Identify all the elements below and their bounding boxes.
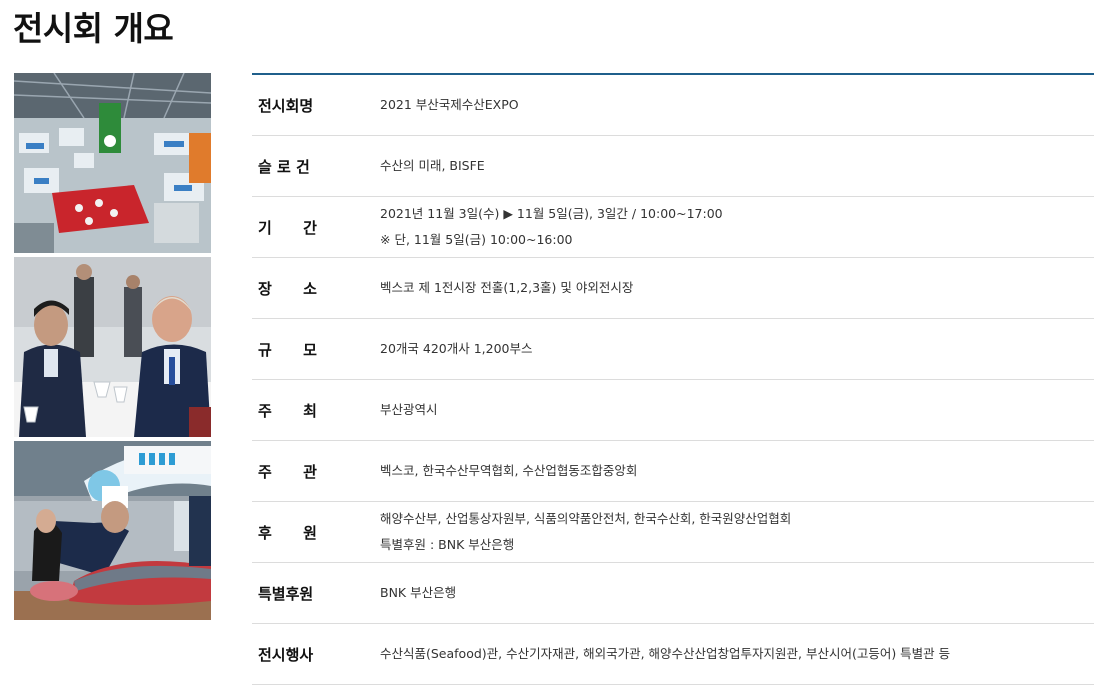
row-label: 장 소 [258,279,317,298]
row-exhibition-name: 전시회명 2021 부산국제수산EXPO [252,75,1094,136]
row-special-sponsor: 특별후원 BNK 부산은행 [252,563,1094,624]
row-sponsors: 후 원 해양수산부, 산업통상자원부, 식품의약품안전처, 한국수산회, 한국원… [252,502,1094,563]
row-label: 기 간 [258,218,317,237]
page-title: 전시회 개요 [13,9,174,48]
row-value-line: 벡스코 제 1전시장 전홀(1,2,3홀) 및 야외전시장 [380,280,634,295]
row-value: 부산광역시 [380,397,1094,423]
row-label: 슬 로 건 [258,157,310,176]
row-organizer: 주 관 벡스코, 한국수산무역협회, 수산업협동조합중앙회 [252,441,1094,502]
row-venue: 장 소 벡스코 제 1전시장 전홀(1,2,3홀) 및 야외전시장 [252,258,1094,319]
row-value: 2021 부산국제수산EXPO [380,92,1094,118]
row-label: 특별후원 [258,584,314,603]
tuna-cutting-photo [14,441,211,620]
row-value: 수산의 미래, BISFE [380,153,1094,179]
row-value-line: 2021 부산국제수산EXPO [380,97,519,112]
row-value-line: 20개국 420개사 1,200부스 [380,341,533,356]
row-label: 주 관 [258,462,317,481]
row-value-line: 부산광역시 [380,402,438,417]
exhibition-hall-photo [14,73,211,253]
row-value-line: 해양수산부, 산업통상자원부, 식품의약품안전처, 한국수산회, 한국원양산업협… [380,511,792,526]
row-label: 주 최 [258,401,317,420]
row-value: 수산식품(Seafood)관, 수산기자재관, 해외국가관, 해양수산산업창업투… [380,641,1094,667]
row-exhibition-events: 전시행사 수산식품(Seafood)관, 수산기자재관, 해외국가관, 해양수산… [252,624,1094,685]
row-value-line: BNK 부산은행 [380,585,457,600]
row-period: 기 간 2021년 11월 3일(수) ▶ 11월 5일(금), 3일간 / 1… [252,197,1094,258]
row-value: 2021년 11월 3일(수) ▶ 11월 5일(금), 3일간 / 10:00… [380,201,1094,253]
row-value: BNK 부산은행 [380,580,1094,606]
row-value: 벡스코, 한국수산무역협회, 수산업협동조합중앙회 [380,458,1094,484]
row-host: 주 최 부산광역시 [252,380,1094,441]
row-scale: 규 모 20개국 420개사 1,200부스 [252,319,1094,380]
row-label: 전시행사 [258,645,314,664]
row-value: 해양수산부, 산업통상자원부, 식품의약품안전처, 한국수산회, 한국원양산업협… [380,506,1094,558]
row-slogan: 슬 로 건 수산의 미래, BISFE [252,136,1094,197]
business-meeting-photo [14,257,211,437]
row-label: 후 원 [258,523,317,542]
row-label: 전시회명 [258,96,314,115]
row-label: 규 모 [258,340,317,359]
exhibition-overview-table: 전시회명 2021 부산국제수산EXPO 슬 로 건 수산의 미래, BISFE… [252,73,1094,685]
row-value-line: 벡스코, 한국수산무역협회, 수산업협동조합중앙회 [380,463,638,478]
row-value-note: ※ 단, 11월 5일(금) 10:00~16:00 [380,232,573,247]
row-value-line: 2021년 11월 3일(수) ▶ 11월 5일(금), 3일간 / 10:00… [380,206,723,221]
row-value-line: 수산식품(Seafood)관, 수산기자재관, 해외국가관, 해양수산산업창업투… [380,646,951,661]
row-value: 20개국 420개사 1,200부스 [380,336,1094,362]
row-value-line: 수산의 미래, BISFE [380,158,485,173]
photo-column [14,73,211,624]
row-value-line: 특별후원 : BNK 부산은행 [380,537,515,552]
row-value: 벡스코 제 1전시장 전홀(1,2,3홀) 및 야외전시장 [380,275,1094,301]
